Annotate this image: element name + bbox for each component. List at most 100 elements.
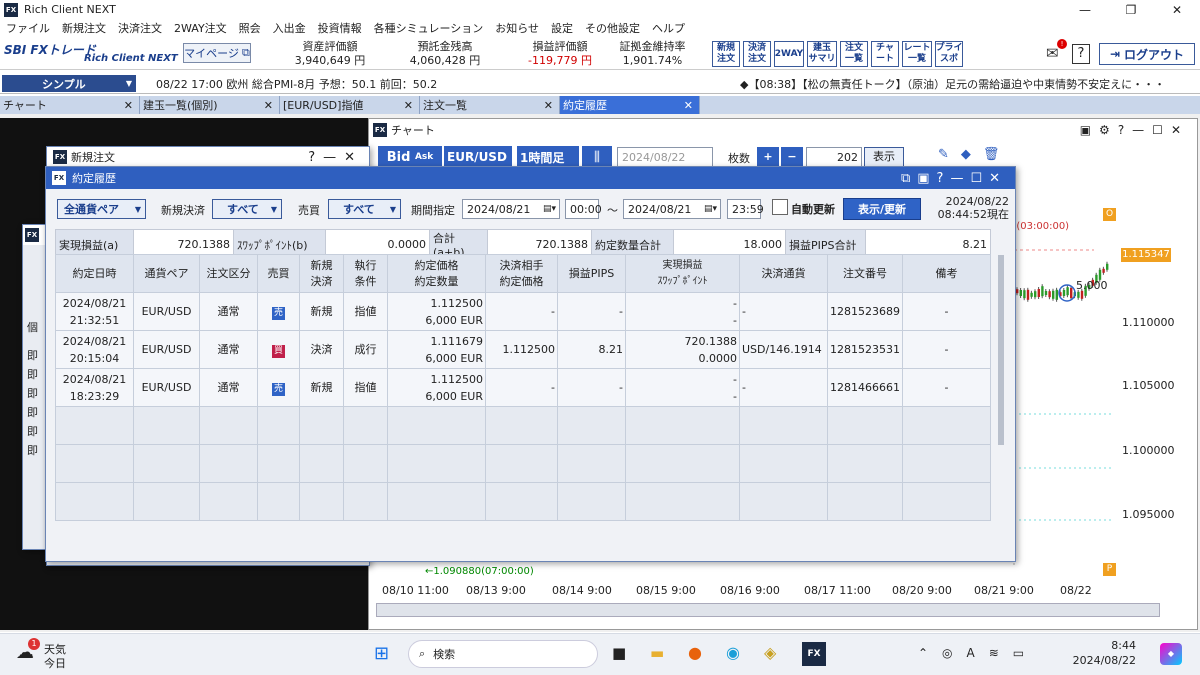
tool-new-order-button[interactable]: 新規 注文 — [712, 41, 740, 67]
drawing-tools[interactable]: ✎◆🗑 — [938, 147, 1028, 167]
table-row[interactable]: 2024/08/21 20:15:04 EUR/USD 通常 買 決済 成行 1… — [55, 330, 991, 369]
table-scrollbar[interactable] — [998, 255, 1004, 445]
chart-tag-o[interactable]: O — [1103, 208, 1116, 221]
pair-filter-select[interactable]: 全通貨ペア ▼ — [57, 199, 146, 219]
tool-position-summary-button[interactable]: 建玉 サマリ — [807, 41, 837, 67]
table-row[interactable]: 2024/08/21 18:23:29 EUR/USD 通常 売 新規 指値 1… — [55, 368, 991, 407]
column-header[interactable]: 備考 — [902, 254, 991, 293]
chart-show-button[interactable]: 表示 — [864, 147, 904, 167]
chart-pair-select[interactable]: EUR/USD — [444, 146, 512, 168]
column-header[interactable]: 決済通貨 — [739, 254, 828, 293]
menu-help[interactable]: ヘルプ — [652, 20, 685, 36]
weather-icon[interactable]: ☁ 1 — [16, 638, 40, 666]
help-icon[interactable]: ? — [1072, 44, 1090, 64]
exec-window-controls[interactable]: ⧉▣?—☐✕ — [901, 171, 1007, 186]
table-row[interactable]: 2024/08/21 21:32:51 EUR/USD 通常 売 新規 指値 1… — [55, 292, 991, 331]
close-icon[interactable]: ✕ — [124, 99, 133, 112]
tab-limit-order[interactable]: [EUR/USD]指値 ✕ — [280, 96, 420, 114]
column-header[interactable]: 通貨ペア — [133, 254, 200, 293]
qty-minus-button[interactable]: − — [781, 147, 803, 167]
close-icon[interactable]: ✕ — [264, 99, 273, 112]
from-time-input[interactable]: 00:00 — [565, 199, 602, 219]
to-time-input[interactable]: 23:59 — [727, 199, 764, 219]
column-header[interactable]: 注文区分 — [199, 254, 258, 293]
candle-type-icon[interactable]: ⫼ — [582, 146, 612, 168]
edge-icon[interactable]: ◉ — [726, 643, 740, 662]
maximize-icon[interactable]: ❐ — [1108, 0, 1154, 19]
tool-order-list-button[interactable]: 注文 一覧 — [840, 41, 868, 67]
start-icon[interactable]: ⊞ — [374, 643, 396, 665]
qty-plus-button[interactable]: + — [757, 147, 779, 167]
message-icon[interactable]: ✉! — [1046, 39, 1067, 62]
calendar-icon[interactable]: ▤▾ — [543, 204, 556, 214]
column-header[interactable]: 実現損益 ｽﾜｯﾌﾟﾎﾟｲﾝﾄ — [625, 254, 740, 293]
from-date-input[interactable]: 2024/08/21 ▤▾ — [462, 199, 560, 219]
new-order-window-controls[interactable]: ?—✕ — [308, 150, 363, 165]
chart-interval-select[interactable]: 1時間足 — [517, 146, 579, 168]
column-header[interactable]: 決済相手 約定価格 — [485, 254, 558, 293]
taskbar-search[interactable]: ⌕ 検索 — [408, 640, 598, 668]
chart-tag-p[interactable]: P — [1103, 563, 1116, 576]
menu-settings[interactable]: 設定 — [551, 20, 573, 36]
menu-simulation[interactable]: 各種シミュレーション — [374, 20, 484, 36]
column-header[interactable]: 執行 条件 — [343, 254, 388, 293]
column-header[interactable]: 注文番号 — [827, 254, 903, 293]
taskbar: ☁ 1 天気 今日 ⊞ ⌕ 検索 ■ ▬ ● ◉ ◈ FX ⌃◎A≋▭ 8:44 2… — [0, 633, 1200, 675]
menu-deposit[interactable]: 入出金 — [273, 20, 306, 36]
chart-window-controls[interactable]: ▣⚙?—☐✕ — [1080, 123, 1189, 137]
menu-notice[interactable]: お知らせ — [495, 20, 539, 36]
side-filter-select[interactable]: すべて ▼ — [328, 199, 401, 219]
menu-inquiry[interactable]: 照会 — [239, 20, 261, 36]
calendar-icon[interactable]: ▤▾ — [704, 204, 717, 214]
column-header[interactable]: 約定価格 約定数量 — [387, 254, 486, 293]
close-icon[interactable]: ✕ — [684, 99, 693, 112]
tool-2way-button[interactable]: 2WAY — [774, 41, 804, 67]
app-icon-shield[interactable]: ◈ — [764, 643, 776, 662]
x-axis: 08/10 11:00 08/13 9:00 08/14 9:00 08/15 … — [374, 582, 1118, 602]
tab-order-list[interactable]: 注文一覧 ✕ — [420, 96, 560, 114]
tab-positions[interactable]: 建玉一覧(個別) ✕ — [140, 96, 280, 114]
tab-execution-history[interactable]: 約定履歴 ✕ — [560, 96, 700, 114]
auto-update-checkbox[interactable] — [772, 199, 788, 215]
view-mode-select[interactable]: シンプル ▼ — [2, 75, 136, 92]
column-header[interactable]: 損益PIPS — [557, 254, 626, 293]
notification-icon[interactable]: ◆ — [1160, 643, 1182, 665]
minimize-icon[interactable]: — — [1062, 0, 1108, 19]
tool-rate-list-button[interactable]: レート 一覧 — [902, 41, 932, 67]
menu-file[interactable]: ファイル — [6, 20, 50, 36]
column-header[interactable]: 新規 決済 — [299, 254, 344, 293]
menu-investment-info[interactable]: 投資情報 — [318, 20, 362, 36]
column-header[interactable]: 約定日時 — [55, 254, 134, 293]
tool-chart-button[interactable]: チャ ート — [871, 41, 899, 67]
logout-button[interactable]: ⇥ ログアウト — [1099, 43, 1195, 65]
menu-close-order[interactable]: 決済注文 — [118, 20, 162, 36]
fx-taskbar-icon[interactable]: FX — [802, 642, 826, 666]
folder-icon[interactable]: ▬ — [650, 644, 664, 662]
bid-ask-toggle[interactable]: Bid Ask — [378, 146, 442, 168]
close-icon[interactable]: ✕ — [544, 99, 553, 112]
menu-2way[interactable]: 2WAY注文 — [174, 20, 227, 36]
cell-note: - — [902, 368, 991, 407]
new-close-select[interactable]: すべて ▼ — [212, 199, 282, 219]
tool-close-order-button[interactable]: 決済 注文 — [743, 41, 771, 67]
firefox-icon[interactable]: ● — [688, 643, 702, 662]
refresh-button[interactable]: 表示/更新 — [843, 198, 921, 220]
chart-scrollbar[interactable] — [376, 603, 1160, 617]
qty-input[interactable]: 202 — [806, 147, 862, 167]
close-icon[interactable]: ✕ — [1154, 0, 1200, 19]
chart-date-input[interactable]: 2024/08/22 — [617, 147, 713, 167]
column-header[interactable]: 売買 — [257, 254, 300, 293]
to-date-input[interactable]: 2024/08/21 ▤▾ — [623, 199, 721, 219]
tab-chart[interactable]: チャート ✕ — [0, 96, 140, 114]
system-tray-icons[interactable]: ⌃◎A≋▭ — [918, 646, 1038, 660]
clock-date[interactable]: 2024/08/22 — [1066, 654, 1136, 667]
mypage-button[interactable]: マイページ ⧉ — [183, 43, 251, 63]
clock-time[interactable]: 8:44 — [1076, 639, 1136, 652]
menu-new-order[interactable]: 新規注文 — [62, 20, 106, 36]
ime-indicator[interactable]: A — [967, 646, 989, 660]
news-ticker[interactable]: ◆【08:38】【松の無責任トーク】（原油）足元の需給逼迫や中東情勢不安定えに・… — [740, 76, 1198, 92]
menu-other-settings[interactable]: その他設定 — [585, 20, 640, 36]
close-icon[interactable]: ✕ — [404, 99, 413, 112]
tool-price-board-button[interactable]: プライ スボ — [935, 41, 963, 67]
task-view-icon[interactable]: ■ — [612, 644, 626, 662]
